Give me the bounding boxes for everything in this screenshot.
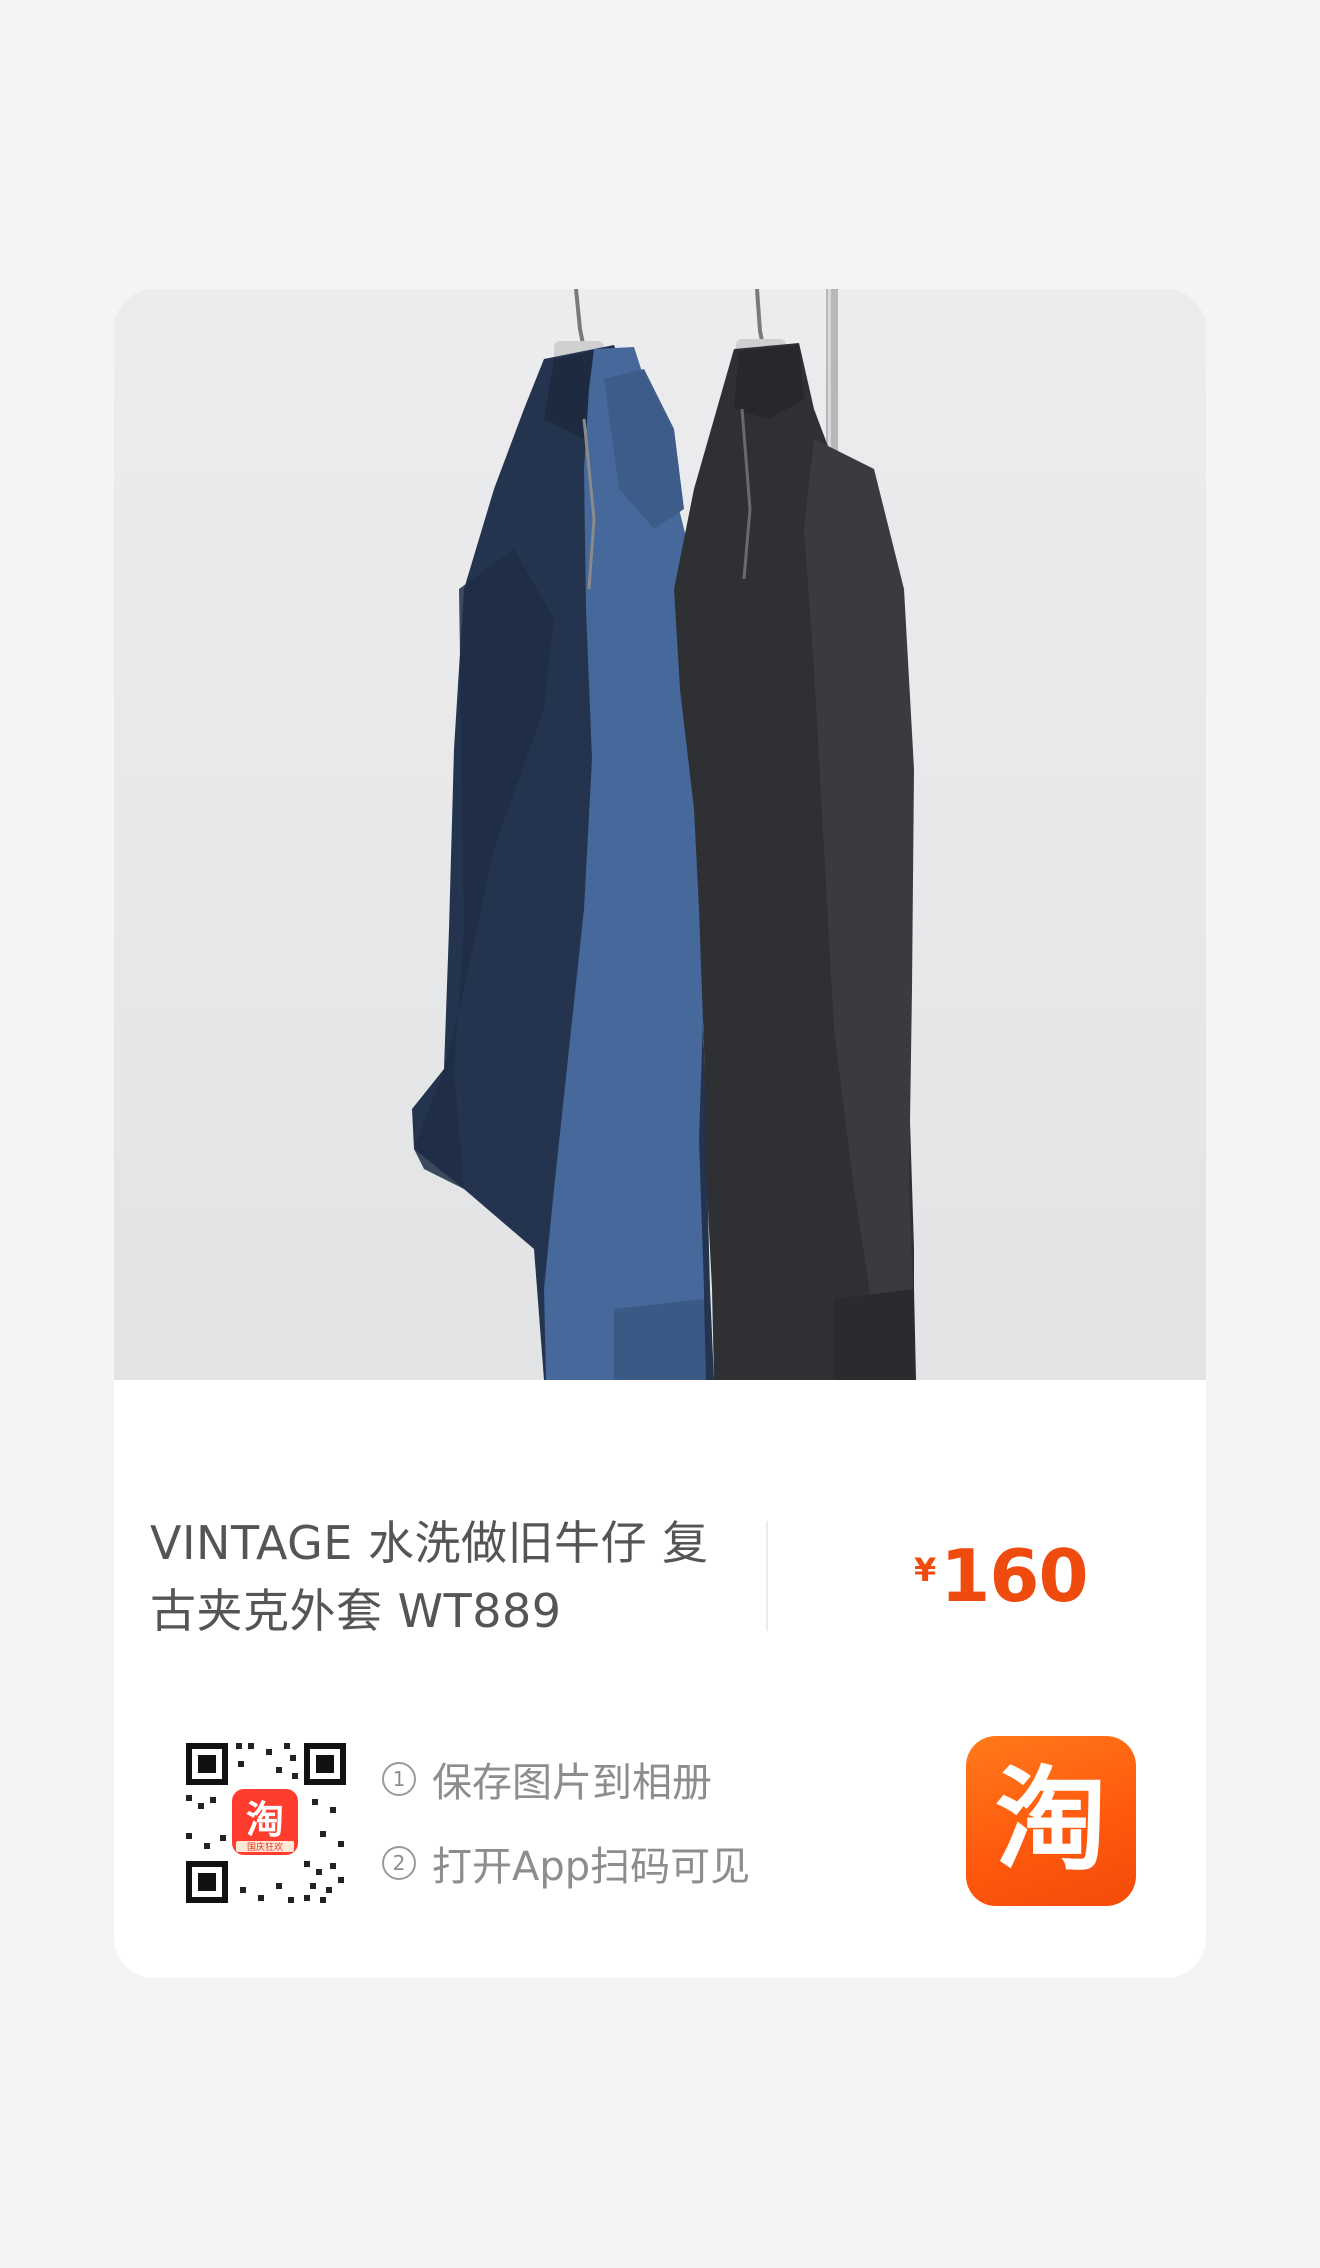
scan-instructions: 1 保存图片到相册 2 打开App扫码可见 <box>382 1751 750 1919</box>
step-2-number-icon: 2 <box>382 1846 416 1880</box>
step-1-text: 保存图片到相册 <box>432 1760 712 1806</box>
hanger-hook-left <box>574 289 586 350</box>
qr-code[interactable]: 淘 国庆狂欢 <box>180 1737 350 1907</box>
step-1-number-icon: 1 <box>382 1762 416 1796</box>
product-title: VINTAGE 水洗做旧牛仔 复古夹克外套 WT889 <box>150 1516 709 1638</box>
instruction-step-2: 2 打开App扫码可见 <box>382 1835 750 1891</box>
jackets-photo <box>412 289 916 1380</box>
price-amount: 160 <box>940 1534 1088 1618</box>
qr-badge-caption: 国庆狂欢 <box>247 1841 283 1853</box>
jacket-charcoal <box>674 343 916 1380</box>
qr-code-pattern: 淘 国庆狂欢 <box>186 1743 346 1903</box>
product-price: ¥160 <box>914 1534 1089 1618</box>
step-2-text: 打开App扫码可见 <box>432 1844 751 1890</box>
product-share-card: VINTAGE 水洗做旧牛仔 复古夹克外套 WT889 ¥160 淘 国庆狂欢 … <box>114 289 1206 1978</box>
qr-badge-glyph: 淘 <box>246 1798 284 1842</box>
price-currency: ¥ <box>914 1551 937 1589</box>
product-image[interactable] <box>114 289 1206 1380</box>
taobao-logo-icon[interactable]: 淘 <box>966 1736 1136 1906</box>
instruction-step-1: 1 保存图片到相册 <box>382 1751 750 1807</box>
divider <box>766 1521 768 1631</box>
